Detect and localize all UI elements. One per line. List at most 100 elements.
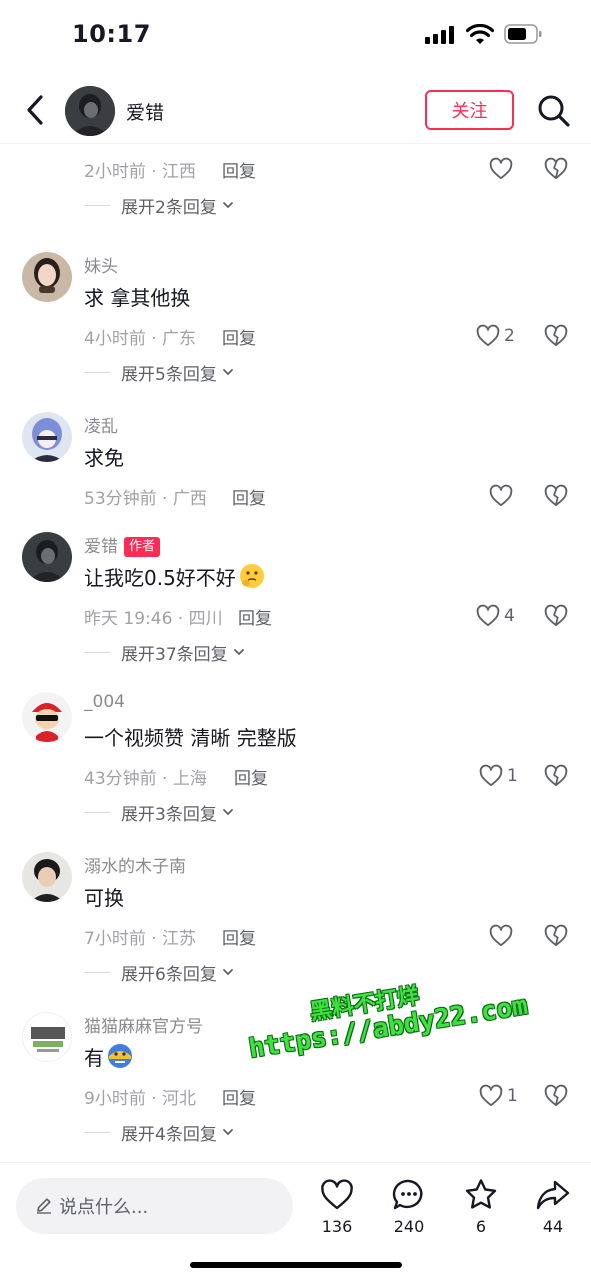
header-username[interactable]: 爱错 [126, 98, 164, 125]
comment-username[interactable]: 爱错 作者 [84, 532, 161, 557]
avatar[interactable] [22, 532, 72, 582]
chevron-down-icon [222, 1129, 233, 1136]
comment-text: 有 [84, 1042, 134, 1071]
chevron-down-icon [222, 369, 233, 376]
like-count: 1 [507, 766, 518, 786]
like-count: 1 [507, 1086, 518, 1106]
expand-replies-label: 展开3条回复 [121, 804, 217, 825]
comment-text-content: 让我吃0.5好不好 [84, 566, 236, 590]
avatar[interactable] [22, 692, 72, 742]
expand-replies-label: 展开5条回复 [121, 364, 217, 385]
back-icon[interactable] [20, 92, 50, 128]
comment-username[interactable]: 溺水的木子南 [84, 852, 186, 877]
comment-username[interactable]: _004 [84, 692, 125, 712]
comment-username[interactable]: 凌乱 [84, 412, 118, 437]
comment-username[interactable]: 妹头 [84, 252, 118, 277]
reply-button[interactable]: 回复 [232, 484, 266, 509]
comment-meta: 昨天 19:46 · 四川 [84, 609, 223, 629]
battery-icon [504, 24, 542, 44]
pencil-icon [37, 1198, 51, 1214]
expand-replies-label: 展开6条回复 [121, 964, 217, 985]
like-count: 4 [504, 606, 515, 626]
thinking-emoji-icon [239, 564, 264, 588]
expand-replies[interactable]: 展开3条回复 [84, 800, 235, 825]
heart-icon [489, 924, 513, 947]
comment-meta: 2小时前 · 江西 [84, 162, 197, 182]
heart-icon [321, 1179, 353, 1210]
heart-icon [476, 324, 500, 347]
heart-icon [476, 604, 500, 627]
like-button[interactable]: 1 [478, 762, 518, 790]
reply-button[interactable]: 回复 [222, 157, 256, 182]
expand-replies[interactable]: 展开2条回复 [84, 193, 235, 218]
broken-heart-icon[interactable] [543, 156, 569, 182]
avatar[interactable] [22, 852, 72, 902]
expand-replies[interactable]: 展开37条回复 [84, 640, 246, 665]
avatar[interactable] [22, 1012, 72, 1062]
comment-username[interactable]: 猫猫麻麻官方号 [84, 1012, 203, 1037]
comment-text: 可换 [84, 886, 124, 910]
like-button[interactable]: 2 [475, 322, 515, 350]
favorite-action-button[interactable]: 6 [450, 1177, 510, 1257]
search-icon[interactable] [535, 92, 573, 130]
top-nav-bar: 爱错 关注 [0, 78, 591, 144]
star-icon [465, 1179, 497, 1209]
comment-text: 一个视频赞 清晰 完整版 [84, 726, 297, 750]
like-button[interactable] [488, 922, 514, 950]
comment-icon [392, 1179, 423, 1210]
broken-heart-icon[interactable] [543, 763, 569, 789]
header-avatar[interactable] [65, 86, 115, 136]
heart-icon [489, 157, 513, 180]
wifi-icon [466, 24, 494, 44]
like-button[interactable] [488, 155, 514, 183]
reply-button[interactable]: 回复 [234, 764, 268, 789]
broken-heart-icon[interactable] [543, 923, 569, 949]
broken-heart-icon[interactable] [543, 603, 569, 629]
comment-meta: 7小时前 · 江苏 [84, 929, 197, 949]
expand-replies[interactable]: 展开5条回复 [84, 360, 235, 385]
expand-replies-label: 展开2条回复 [121, 197, 217, 218]
comment-text: 让我吃0.5好不好 [84, 562, 266, 591]
like-button[interactable] [488, 482, 514, 510]
share-icon [536, 1180, 570, 1210]
share-count: 44 [542, 1217, 564, 1236]
reply-button[interactable]: 回复 [222, 1084, 256, 1109]
broken-heart-icon[interactable] [543, 483, 569, 509]
expand-replies[interactable]: 展开4条回复 [84, 1120, 235, 1145]
home-indicator [190, 1262, 402, 1268]
chevron-down-icon [233, 649, 244, 656]
comment-meta: 4小时前 · 广东 [84, 329, 197, 349]
cold-face-emoji-icon [108, 1044, 132, 1068]
comment-action-button[interactable]: 240 [378, 1177, 438, 1257]
comment-text: 求免 [84, 446, 124, 470]
comment-input-placeholder: 说点什么... [59, 1197, 149, 1218]
chevron-down-icon [222, 202, 233, 209]
heart-icon [479, 764, 503, 787]
share-action-button[interactable]: 44 [522, 1177, 582, 1257]
like-count: 136 [321, 1217, 353, 1236]
like-button[interactable]: 4 [475, 602, 515, 630]
status-time: 10:17 [72, 20, 151, 48]
reply-button[interactable]: 回复 [222, 924, 256, 949]
avatar[interactable] [22, 252, 72, 302]
reply-button[interactable]: 回复 [238, 604, 272, 629]
broken-heart-icon[interactable] [543, 323, 569, 349]
like-action-button[interactable]: 136 [306, 1177, 366, 1257]
expand-replies-label: 展开4条回复 [121, 1124, 217, 1145]
expand-replies-label: 展开37条回复 [121, 644, 228, 665]
like-button[interactable]: 1 [478, 1082, 518, 1110]
comment-input[interactable]: 说点什么... [16, 1178, 293, 1234]
reply-button[interactable]: 回复 [222, 324, 256, 349]
comment-username-text: 爱错 [84, 537, 118, 557]
comment-meta: 53分钟前 · 广西 [84, 489, 207, 509]
like-count: 2 [504, 326, 515, 346]
expand-replies[interactable]: 展开6条回复 [84, 960, 235, 985]
comment-count: 240 [393, 1217, 425, 1236]
avatar[interactable] [22, 412, 72, 462]
broken-heart-icon[interactable] [543, 1083, 569, 1109]
favorite-count: 6 [475, 1217, 487, 1236]
author-badge: 作者 [124, 537, 161, 557]
signal-icon [425, 26, 457, 44]
follow-button[interactable]: 关注 [425, 90, 514, 130]
chevron-down-icon [222, 969, 233, 976]
